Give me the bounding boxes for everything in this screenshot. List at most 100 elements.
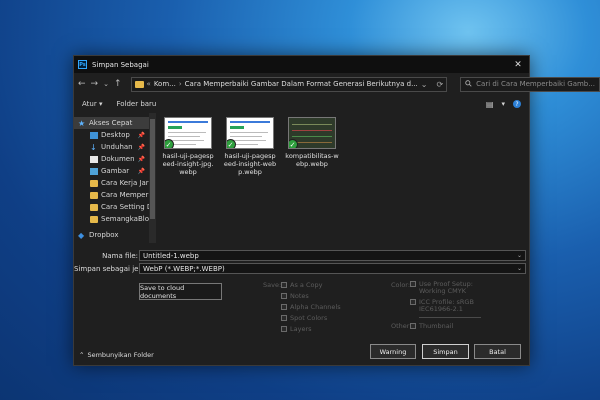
option-proof-setup: Use Proof Setup: Working CMYK bbox=[410, 281, 489, 295]
checkmark-icon: ✓ bbox=[165, 139, 174, 148]
color-options-label: Color: bbox=[391, 281, 411, 289]
file-list: ✓ hasil-uji-pagespeed-insight-jpg.webp ✓… bbox=[162, 113, 339, 176]
file-item[interactable]: ✓ hasil-uji-pagespeed-insight-jpg.webp bbox=[162, 117, 214, 176]
file-item[interactable]: ✓ hasil-uji-pagespeed-insight-webp.webp bbox=[224, 117, 276, 176]
sidebar-item-label: Unduhan bbox=[101, 143, 133, 151]
refresh-icon[interactable]: ⟳ bbox=[436, 80, 443, 89]
checkmark-icon: ✓ bbox=[227, 139, 236, 148]
checkbox bbox=[410, 299, 416, 305]
search-icon bbox=[465, 79, 472, 89]
cancel-button[interactable]: Batal bbox=[474, 344, 521, 359]
sidebar-item-label: Cara Setting DH bbox=[101, 203, 149, 211]
save-to-cloud-button[interactable]: Save to cloud documents bbox=[139, 283, 222, 300]
sidebar-item-label: SemangkaBlog bbox=[101, 215, 149, 223]
save-options-label: Save: bbox=[263, 281, 282, 289]
sidebar-scrollbar[interactable] bbox=[149, 113, 156, 243]
sidebar-item-label: Cara Kerja Jaring bbox=[101, 179, 149, 187]
filename-label: Nama file: bbox=[102, 251, 138, 260]
dropbox-icon: ◆ bbox=[78, 230, 85, 240]
address-prefix: « bbox=[146, 80, 151, 88]
option-alpha-channels: Alpha Channels bbox=[281, 303, 341, 311]
sidebar-item-dropbox[interactable]: ◆ Dropbox bbox=[74, 229, 149, 241]
view-options-icon[interactable]: ▤ bbox=[486, 100, 494, 109]
filetype-select[interactable]: WebP (*.WEBP;*.WEBP) ⌄ bbox=[139, 263, 526, 274]
help-icon[interactable]: ? bbox=[513, 100, 521, 108]
navigation-bar: ← → ⌄ ↑ « Kom... › Cara Memperbaiki Gamb… bbox=[74, 73, 600, 95]
folder-icon bbox=[90, 179, 98, 187]
filetype-label: Simpan sebagai je... bbox=[74, 264, 146, 273]
pin-icon: 📌 bbox=[137, 131, 145, 139]
checkbox bbox=[281, 282, 287, 288]
filename-input[interactable]: Untitled-1.webp ⌄ bbox=[139, 250, 526, 261]
file-name: hasil-uji-pagespeed-insight-webp.webp bbox=[223, 152, 277, 176]
address-separator: › bbox=[178, 80, 182, 88]
photoshop-icon: Ps bbox=[78, 60, 87, 69]
checkbox bbox=[410, 281, 416, 287]
close-icon[interactable]: ✕ bbox=[507, 60, 529, 70]
address-segment-parent[interactable]: Kom... bbox=[154, 80, 176, 88]
sidebar-item-label: Cara Memperba bbox=[101, 191, 149, 199]
address-segment-current[interactable]: Cara Memperbaiki Gambar Dalam Format Gen… bbox=[185, 80, 418, 88]
other-options-label: Other: bbox=[391, 322, 412, 330]
window-title: Simpan Sebagai bbox=[92, 60, 149, 69]
new-folder-button[interactable]: Folder baru bbox=[116, 100, 156, 108]
browser-pane: ★ Akses Cepat Desktop 📌 ↓ Unduhan 📌 Doku… bbox=[74, 113, 531, 243]
chevron-down-icon[interactable]: ⌄ bbox=[517, 265, 522, 272]
sidebar-item-folder[interactable]: Cara Kerja Jaring bbox=[74, 177, 149, 189]
checkbox bbox=[281, 293, 287, 299]
download-icon: ↓ bbox=[90, 142, 97, 152]
recent-dropdown-icon[interactable]: ⌄ bbox=[103, 80, 109, 88]
search-placeholder: Cari di Cara Memperbaiki Gamb... bbox=[476, 80, 595, 88]
up-arrow-icon[interactable]: ↑ bbox=[114, 79, 122, 89]
search-input[interactable]: Cari di Cara Memperbaiki Gamb... bbox=[460, 76, 600, 92]
option-layers: Layers bbox=[281, 325, 312, 333]
sidebar-item-pictures[interactable]: Gambar 📌 bbox=[74, 165, 149, 177]
option-spot-colors: Spot Colors bbox=[281, 314, 327, 322]
sidebar-item-label: Dokumen bbox=[101, 155, 135, 163]
pin-icon: 📌 bbox=[137, 143, 145, 151]
file-item[interactable]: ✓ kompatibilitas-webp.webp bbox=[285, 117, 339, 176]
organize-button[interactable]: Atur ▾ bbox=[82, 100, 102, 108]
file-thumbnail: ✓ bbox=[164, 117, 212, 149]
save-as-dialog: Ps Simpan Sebagai ✕ ← → ⌄ ↑ « Kom... › C… bbox=[73, 55, 600, 366]
star-icon: ★ bbox=[78, 118, 86, 128]
scrollbar-thumb[interactable] bbox=[150, 119, 155, 219]
pin-icon: 📌 bbox=[137, 167, 145, 175]
sidebar-item-desktop[interactable]: Desktop 📌 bbox=[74, 129, 149, 141]
title-bar: Ps Simpan Sebagai ✕ bbox=[74, 56, 529, 73]
option-thumbnail: Thumbnail bbox=[410, 322, 453, 330]
sidebar-item-label: Akses Cepat bbox=[89, 119, 133, 127]
view-dropdown-icon[interactable]: ▾ bbox=[501, 100, 505, 108]
pin-icon: 📌 bbox=[137, 155, 145, 163]
sidebar-item-folder[interactable]: SemangkaBlog bbox=[74, 213, 149, 225]
folder-icon bbox=[90, 215, 98, 223]
option-as-copy: As a Copy bbox=[281, 281, 322, 289]
chevron-down-icon[interactable]: ⌄ bbox=[517, 252, 522, 259]
sidebar-item-folder[interactable]: Cara Setting DH bbox=[74, 201, 149, 213]
navigation-sidebar: ★ Akses Cepat Desktop 📌 ↓ Unduhan 📌 Doku… bbox=[74, 113, 149, 243]
folder-icon bbox=[90, 203, 98, 211]
back-arrow-icon[interactable]: ← bbox=[78, 79, 86, 89]
command-toolbar: Atur ▾ Folder baru ▤ ▾ ? bbox=[74, 95, 529, 113]
forward-arrow-icon[interactable]: → bbox=[91, 79, 99, 89]
warning-button[interactable]: Warning bbox=[370, 344, 416, 359]
sidebar-item-label: Dropbox bbox=[89, 231, 119, 239]
file-name: hasil-uji-pagespeed-insight-jpg.webp bbox=[162, 152, 214, 176]
option-icc-profile: ICC Profile: sRGB IEC61966-2.1 bbox=[410, 299, 485, 313]
sidebar-item-folder[interactable]: Cara Memperba bbox=[74, 189, 149, 201]
checkmark-icon: ✓ bbox=[289, 139, 298, 148]
folder-icon bbox=[90, 191, 98, 199]
checkbox bbox=[281, 304, 287, 310]
document-icon bbox=[90, 155, 98, 163]
sidebar-item-documents[interactable]: Dokumen 📌 bbox=[74, 153, 149, 165]
sidebar-item-quick-access[interactable]: ★ Akses Cepat bbox=[74, 117, 149, 129]
checkbox bbox=[281, 315, 287, 321]
option-notes: Notes bbox=[281, 292, 309, 300]
address-bar[interactable]: « Kom... › Cara Memperbaiki Gambar Dalam… bbox=[130, 76, 448, 92]
sidebar-item-downloads[interactable]: ↓ Unduhan 📌 bbox=[74, 141, 149, 153]
desktop-icon bbox=[90, 131, 98, 139]
file-thumbnail: ✓ bbox=[226, 117, 274, 149]
hide-folders-toggle[interactable]: ⌃ Sembunyikan Folder bbox=[79, 351, 154, 359]
save-button[interactable]: Simpan bbox=[422, 344, 469, 359]
address-dropdown-icon[interactable]: ⌄ bbox=[421, 80, 428, 89]
